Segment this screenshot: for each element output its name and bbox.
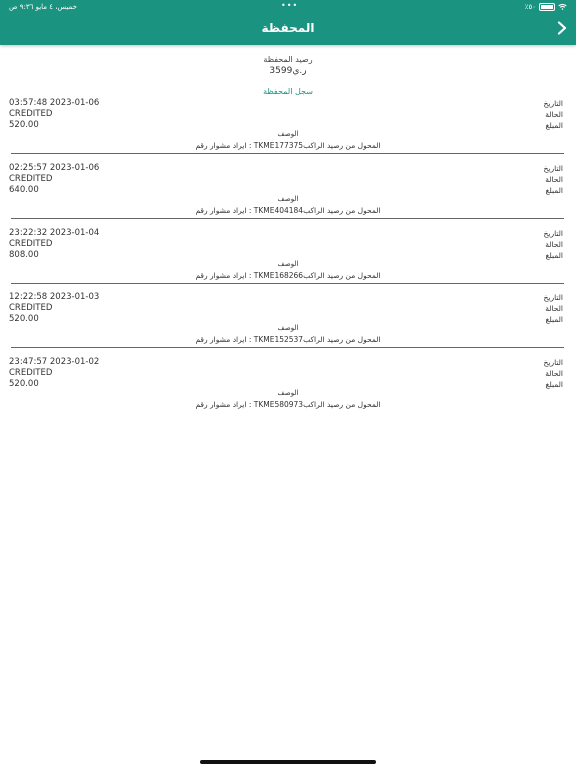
transaction-description: ايراد مشوار رقم : TKME177375المحول من رص… xyxy=(195,141,381,150)
transaction-labels: التاريخ الحالة المبلغ xyxy=(544,357,563,390)
divider xyxy=(11,283,564,284)
status-label: الحالة xyxy=(545,240,563,249)
status-bar: خميس، ٤ مايو ٩:٣٦ ص ••• ٪٥٠ xyxy=(0,0,576,14)
transaction-labels: التاريخ الحالة المبلغ xyxy=(544,163,563,196)
wifi-icon xyxy=(558,4,567,10)
home-indicator[interactable] xyxy=(200,760,376,764)
status-label: الحالة xyxy=(545,304,563,313)
date-label: التاريخ xyxy=(543,229,563,238)
transaction-labels: التاريخ الحالة المبلغ xyxy=(544,98,563,131)
date-label: التاريخ xyxy=(543,99,563,108)
status-label: الحالة xyxy=(545,369,563,378)
status-indicators: ٪٥٠ xyxy=(525,3,567,11)
transaction-values: 03:57:48 2023-01-06 CREDITED 520.00 xyxy=(9,98,99,131)
transaction-item: 23:47:57 2023-01-02 CREDITED 520.00 التا… xyxy=(0,357,576,421)
transaction-values: 23:47:57 2023-01-02 CREDITED 520.00 xyxy=(9,357,99,390)
description-label: الوصف xyxy=(277,389,299,397)
status-label: الحالة xyxy=(545,110,563,119)
transaction-datetime: 03:57:48 2023-01-06 xyxy=(9,98,100,108)
status-time: خميس، ٤ مايو ٩:٣٦ ص xyxy=(9,3,77,11)
transaction-description: ايراد مشوار رقم : TKME580973المحول من رص… xyxy=(195,400,381,409)
page-title: المحفظة xyxy=(261,21,315,35)
description-label: الوصف xyxy=(277,130,299,138)
transaction-values: 23:22:32 2023-01-04 CREDITED 808.00 xyxy=(9,228,99,261)
transaction-description: ايراد مشوار رقم : TKME152537المحول من رص… xyxy=(195,335,381,344)
transaction-item: 23:22:32 2023-01-04 CREDITED 808.00 التا… xyxy=(0,228,576,292)
transaction-datetime: 12:22:58 2023-01-03 xyxy=(9,292,100,302)
balance-label: رصيد المحفظة xyxy=(263,55,313,64)
balance-value: ر.ي3599 xyxy=(269,66,307,76)
transaction-status: CREDITED xyxy=(9,303,53,313)
transaction-description: ايراد مشوار رقم : TKME404184المحول من رص… xyxy=(195,206,381,215)
transaction-status: CREDITED xyxy=(9,368,53,378)
transaction-values: 12:22:58 2023-01-03 CREDITED 520.00 xyxy=(9,292,99,325)
date-label: التاريخ xyxy=(543,358,563,367)
wallet-balance: رصيد المحفظة ر.ي3599 xyxy=(0,54,576,77)
divider xyxy=(11,218,564,219)
transaction-item: 03:57:48 2023-01-06 CREDITED 520.00 التا… xyxy=(0,98,576,162)
status-label: الحالة xyxy=(545,175,563,184)
status-date: خميس، ٤ مايو xyxy=(35,3,77,11)
transaction-item: 02:25:57 2023-01-06 CREDITED 640.00 التا… xyxy=(0,163,576,227)
transaction-datetime: 02:25:57 2023-01-06 xyxy=(9,163,100,173)
transaction-status: CREDITED xyxy=(9,239,53,249)
multitasking-dots-icon[interactable]: ••• xyxy=(281,1,298,10)
transaction-labels: التاريخ الحالة المبلغ xyxy=(544,228,563,261)
transaction-values: 02:25:57 2023-01-06 CREDITED 640.00 xyxy=(9,163,99,196)
transaction-status: CREDITED xyxy=(9,174,53,184)
date-label: التاريخ xyxy=(543,164,563,173)
description-label: الوصف xyxy=(277,195,299,203)
app-header: خميس، ٤ مايو ٩:٣٦ ص ••• ٪٥٠ المحفظة xyxy=(0,0,576,45)
battery-icon xyxy=(539,3,555,11)
transaction-labels: التاريخ الحالة المبلغ xyxy=(544,292,563,325)
transaction-datetime: 23:22:32 2023-01-04 xyxy=(9,228,100,238)
transaction-description: ايراد مشوار رقم : TKME168266المحول من رص… xyxy=(195,271,381,280)
date-label: التاريخ xyxy=(543,293,563,302)
transaction-item: 12:22:58 2023-01-03 CREDITED 520.00 التا… xyxy=(0,292,576,356)
battery-percent: ٪٥٠ xyxy=(524,3,536,11)
description-label: الوصف xyxy=(277,260,299,268)
transaction-datetime: 23:47:57 2023-01-02 xyxy=(9,357,100,367)
divider xyxy=(11,153,564,154)
back-arrow-icon[interactable] xyxy=(556,21,568,35)
history-title: سجل المحفظة xyxy=(263,87,313,96)
description-label: الوصف xyxy=(277,324,299,332)
transaction-status: CREDITED xyxy=(9,109,53,119)
status-clock: ٩:٣٦ ص xyxy=(9,3,34,11)
divider xyxy=(11,347,564,348)
